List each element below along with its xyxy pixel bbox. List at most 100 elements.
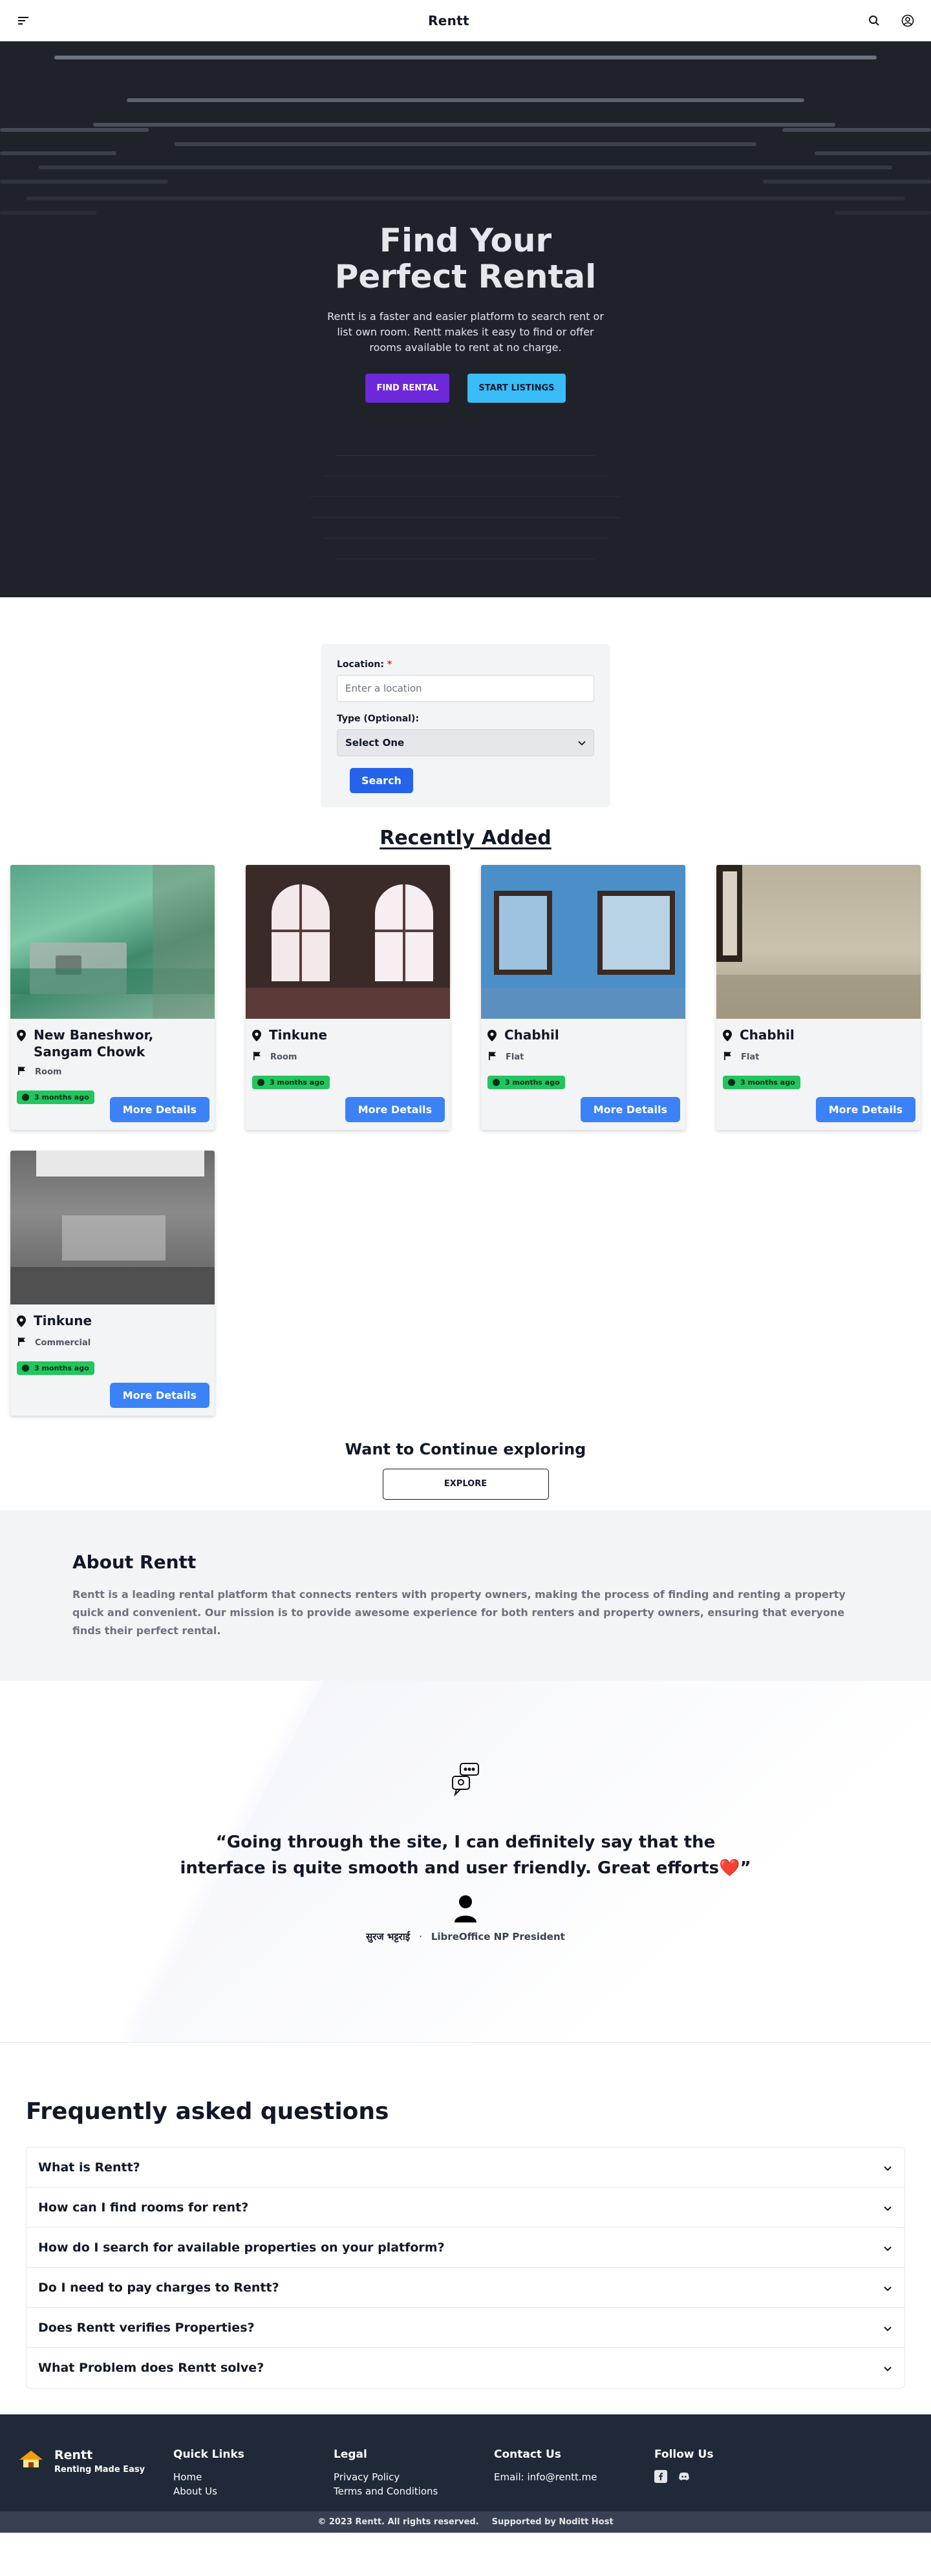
chevron-down-icon bbox=[884, 2321, 892, 2335]
hero-decor-stripe bbox=[127, 98, 804, 102]
listing-photo[interactable] bbox=[10, 865, 215, 1019]
hero-decor-stripe bbox=[834, 211, 931, 215]
clock-icon bbox=[22, 1094, 29, 1101]
facebook-icon[interactable] bbox=[654, 2470, 667, 2486]
user-account-icon[interactable] bbox=[900, 13, 915, 28]
listing-photo[interactable] bbox=[246, 865, 450, 1019]
listing-photo[interactable] bbox=[481, 865, 685, 1019]
testimonial-quote: “Going through the site, I can definitel… bbox=[180, 1833, 751, 1878]
chevron-down-icon bbox=[578, 737, 586, 749]
menu-icon[interactable] bbox=[16, 13, 31, 28]
listing-location: Tinkune bbox=[34, 1313, 92, 1328]
listing-card: Tinkune Room 3 months ago More Details bbox=[246, 865, 450, 1130]
chevron-down-icon bbox=[884, 2361, 892, 2375]
listing-card: New Baneshwor, Sangam Chowk Room 3 month… bbox=[10, 865, 215, 1130]
listing-card: Tinkune Commercial 3 months ago More Det… bbox=[10, 1151, 215, 1416]
hero-decor-line bbox=[310, 517, 621, 518]
listing-age-badge: 3 months ago bbox=[17, 1361, 94, 1375]
legal-title: Legal bbox=[334, 2448, 367, 2461]
type-select[interactable]: Select One bbox=[337, 729, 594, 756]
hero-decor-stripe bbox=[782, 128, 931, 132]
location-label: Location: * bbox=[337, 659, 392, 670]
hero-decor-stripe bbox=[0, 151, 116, 155]
listing-type: Commercial bbox=[35, 1338, 91, 1348]
footer-link-privacy[interactable]: Privacy Policy bbox=[334, 2470, 494, 2484]
faq-section: Frequently asked questions What is Rentt… bbox=[0, 2043, 931, 2414]
listing-photo[interactable] bbox=[716, 865, 921, 1019]
faq-item[interactable]: What Problem does Rentt solve? bbox=[27, 2348, 904, 2388]
location-pin-icon bbox=[17, 1028, 26, 1060]
clock-icon bbox=[257, 1079, 264, 1086]
listing-type: Flat bbox=[741, 1052, 760, 1062]
supported-by-link[interactable]: Supported by Noditt Host bbox=[492, 2517, 614, 2527]
search-form: Location: * Type (Optional): Select One … bbox=[321, 644, 610, 807]
hero-decor-stripe bbox=[93, 123, 835, 127]
listing-type: Flat bbox=[506, 1052, 524, 1062]
hero-section: Find Your Perfect Rental Rentt is a fast… bbox=[0, 41, 931, 597]
listing-card: Chabhil Flat 3 months ago More Details bbox=[716, 865, 921, 1130]
user-avatar-icon bbox=[453, 1894, 478, 1922]
discord-icon[interactable] bbox=[678, 2470, 690, 2486]
more-details-button[interactable]: More Details bbox=[109, 1097, 209, 1122]
footer-bottom-bar: © 2023 Rentt. All rights reserved. Suppo… bbox=[0, 2511, 931, 2533]
listing-age-badge: 3 months ago bbox=[723, 1076, 800, 1089]
find-rental-button[interactable]: FIND RENTAL bbox=[365, 374, 450, 403]
listing-location: New Baneshwor, Sangam Chowk bbox=[34, 1027, 154, 1059]
faq-item[interactable]: Does Rentt verifies Properties? bbox=[27, 2308, 904, 2348]
listing-card: Chabhil Flat 3 months ago More Details bbox=[481, 865, 685, 1130]
explore-button[interactable]: EXPLORE bbox=[382, 1469, 549, 1500]
flag-icon bbox=[724, 1052, 732, 1063]
listing-location: Tinkune bbox=[269, 1027, 328, 1043]
faq-item[interactable]: Do I need to pay charges to Rentt? bbox=[27, 2268, 904, 2308]
hero-decor-line bbox=[336, 455, 595, 456]
location-input[interactable] bbox=[337, 675, 594, 702]
footer-link-home[interactable]: Home bbox=[173, 2470, 334, 2484]
flag-icon bbox=[18, 1337, 26, 1348]
listing-location: Chabhil bbox=[740, 1027, 795, 1043]
explore-section: Want to Continue exploring EXPLORE bbox=[0, 1440, 931, 1500]
faq-item[interactable]: How do I search for available properties… bbox=[27, 2228, 904, 2268]
listing-age-badge: 3 months ago bbox=[487, 1076, 565, 1089]
about-section: About Rentt Rentt is a leading rental pl… bbox=[0, 1510, 931, 1681]
location-pin-icon bbox=[252, 1028, 261, 1045]
faq-item[interactable]: What is Rentt? bbox=[27, 2147, 904, 2187]
testimonial-role: LibreOffice NP President bbox=[431, 1931, 565, 1943]
more-details-button[interactable]: More Details bbox=[580, 1097, 680, 1122]
author-separator: · bbox=[419, 1931, 422, 1943]
listing-type: Room bbox=[270, 1052, 297, 1062]
testimonial-section: “Going through the site, I can definitel… bbox=[0, 1681, 931, 2043]
copyright-text: © 2023 Rentt. All rights reserved. bbox=[317, 2517, 479, 2527]
hero-decor-stripe bbox=[0, 211, 97, 215]
footer-follow: Follow Us bbox=[654, 2448, 815, 2511]
clock-icon bbox=[728, 1079, 735, 1086]
clock-icon bbox=[493, 1079, 500, 1086]
location-pin-icon bbox=[487, 1028, 497, 1045]
more-details-button[interactable]: More Details bbox=[345, 1097, 445, 1122]
footer-brand-name: Rentt bbox=[54, 2448, 93, 2462]
start-listings-button[interactable]: START LISTINGS bbox=[467, 374, 566, 403]
chevron-down-icon bbox=[884, 2200, 892, 2215]
listing-photo[interactable] bbox=[10, 1151, 215, 1304]
footer-link-terms[interactable]: Terms and Conditions bbox=[334, 2484, 494, 2498]
location-pin-icon bbox=[723, 1028, 732, 1045]
brand-logo-text[interactable]: Rentt bbox=[428, 13, 469, 28]
type-label: Type (Optional): bbox=[337, 714, 420, 724]
hero-decor-stripe bbox=[0, 180, 168, 184]
about-title: About Rentt bbox=[72, 1551, 197, 1573]
search-icon[interactable] bbox=[866, 13, 882, 28]
search-button[interactable]: Search bbox=[350, 768, 413, 793]
footer-email[interactable]: Email: info@rentt.me bbox=[494, 2470, 654, 2484]
location-pin-icon bbox=[17, 1314, 26, 1331]
footer-contact: Contact Us Email: info@rentt.me bbox=[494, 2448, 654, 2511]
hero-decor-stripe bbox=[54, 56, 877, 59]
more-details-button[interactable]: More Details bbox=[109, 1383, 209, 1408]
listing-age-badge: 3 months ago bbox=[252, 1076, 330, 1089]
quick-links-title: Quick Links bbox=[173, 2448, 244, 2461]
footer-link-about[interactable]: About Us bbox=[173, 2484, 334, 2498]
more-details-button[interactable]: More Details bbox=[815, 1097, 915, 1122]
house-logo-icon[interactable] bbox=[18, 2448, 44, 2511]
flag-icon bbox=[18, 1067, 26, 1078]
faq-item[interactable]: How can I find rooms for rent? bbox=[27, 2187, 904, 2228]
recently-added-heading: Recently Added bbox=[380, 827, 551, 849]
hero-decor-stripe bbox=[39, 165, 892, 169]
